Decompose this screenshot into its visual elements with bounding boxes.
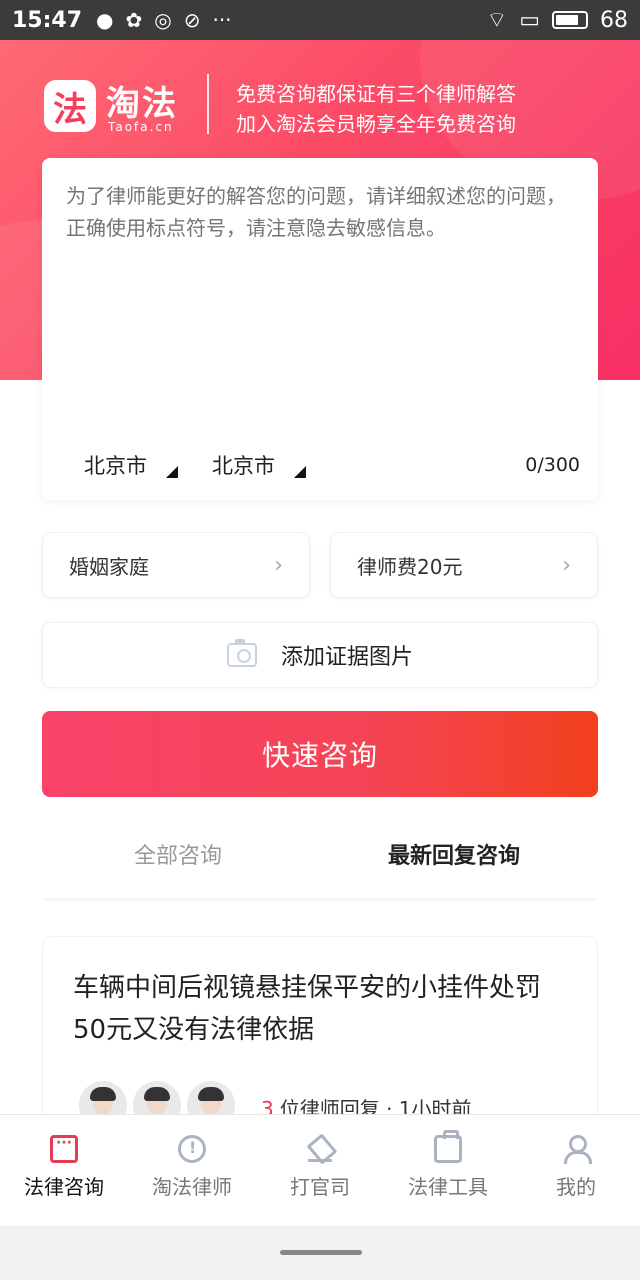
nav-legal-consult[interactable]: 法律咨询 xyxy=(0,1115,128,1226)
category-label: 婚姻家庭 xyxy=(69,554,149,579)
screen-icon: ▭ xyxy=(519,7,540,33)
nav-label: 打官司 xyxy=(290,1175,350,1199)
province-select[interactable]: 北京市 xyxy=(84,450,147,480)
add-evidence-button[interactable]: 添加证据图片 xyxy=(42,622,598,688)
camera-icon xyxy=(226,639,257,667)
dropdown-triangle-icon xyxy=(294,466,306,478)
notification-icons: ● ✿ ◎ ⊘ ··· xyxy=(96,8,232,32)
nav-label: 法律工具 xyxy=(408,1175,488,1199)
nav-legal-tools[interactable]: 法律工具 xyxy=(384,1115,512,1226)
tab-all-consultations[interactable]: 全部咨询 xyxy=(134,838,222,870)
logo-icon: 法 xyxy=(44,80,96,132)
city-select[interactable]: 北京市 xyxy=(212,450,275,480)
char-counter: 0/300 xyxy=(525,454,580,476)
battery-level: 68 xyxy=(600,7,628,33)
message-icon: ● xyxy=(96,8,114,32)
gavel-icon xyxy=(306,1135,334,1163)
q-icon: ◎ xyxy=(154,8,172,32)
category-selector[interactable]: 婚姻家庭 › xyxy=(42,532,310,598)
tab-latest-replies[interactable]: 最新回复咨询 xyxy=(388,838,520,870)
status-bar: 15:47 ● ✿ ◎ ⊘ ··· ⌔ ▭ 68 xyxy=(0,0,640,40)
system-nav-bar xyxy=(0,1226,640,1280)
chat-icon xyxy=(50,1135,78,1163)
nav-label: 法律咨询 xyxy=(24,1175,104,1199)
chevron-right-icon: › xyxy=(274,552,283,578)
quick-consult-button[interactable]: 快速咨询 xyxy=(42,711,598,797)
add-evidence-label: 添加证据图片 xyxy=(280,645,413,670)
brand-domain: Taofa.cn xyxy=(108,120,174,134)
block-icon: ⊘ xyxy=(183,8,201,32)
fee-label: 律师费20元 xyxy=(357,554,463,579)
dropdown-triangle-icon xyxy=(166,466,178,478)
nav-label: 我的 xyxy=(556,1175,596,1199)
lawyer-icon xyxy=(178,1135,206,1163)
toolbox-icon xyxy=(434,1130,462,1163)
consultation-title: 车辆中间后视镜悬挂保平安的小挂件处罚50元又没有法律依据 xyxy=(73,973,542,1045)
more-icon: ··· xyxy=(212,8,232,32)
chevron-right-icon: › xyxy=(562,552,571,578)
question-card: 北京市 北京市 0/300 xyxy=(42,158,598,500)
wifi-icon: ⌔ xyxy=(486,8,508,33)
bottom-nav: 法律咨询 淘法律师 打官司 法律工具 我的 xyxy=(0,1114,640,1226)
nav-lawyers[interactable]: 淘法律师 xyxy=(128,1115,256,1226)
fee-selector[interactable]: 律师费20元 › xyxy=(330,532,598,598)
paw-icon: ✿ xyxy=(125,8,143,32)
brand-name: 淘法 xyxy=(106,84,178,124)
status-time: 15:47 xyxy=(12,7,83,33)
question-input[interactable] xyxy=(66,180,566,276)
nav-label: 淘法律师 xyxy=(152,1175,232,1199)
nav-lawsuit[interactable]: 打官司 xyxy=(256,1115,384,1226)
home-indicator[interactable] xyxy=(280,1250,362,1255)
slogan-line-2: 加入淘法会员畅享全年免费咨询 xyxy=(236,112,516,136)
battery-icon xyxy=(552,11,588,29)
nav-profile[interactable]: 我的 xyxy=(512,1115,640,1226)
tab-divider xyxy=(42,898,598,901)
hero-divider xyxy=(207,74,209,134)
slogan-line-1: 免费咨询都保证有三个律师解答 xyxy=(236,82,516,106)
user-icon xyxy=(562,1135,592,1164)
